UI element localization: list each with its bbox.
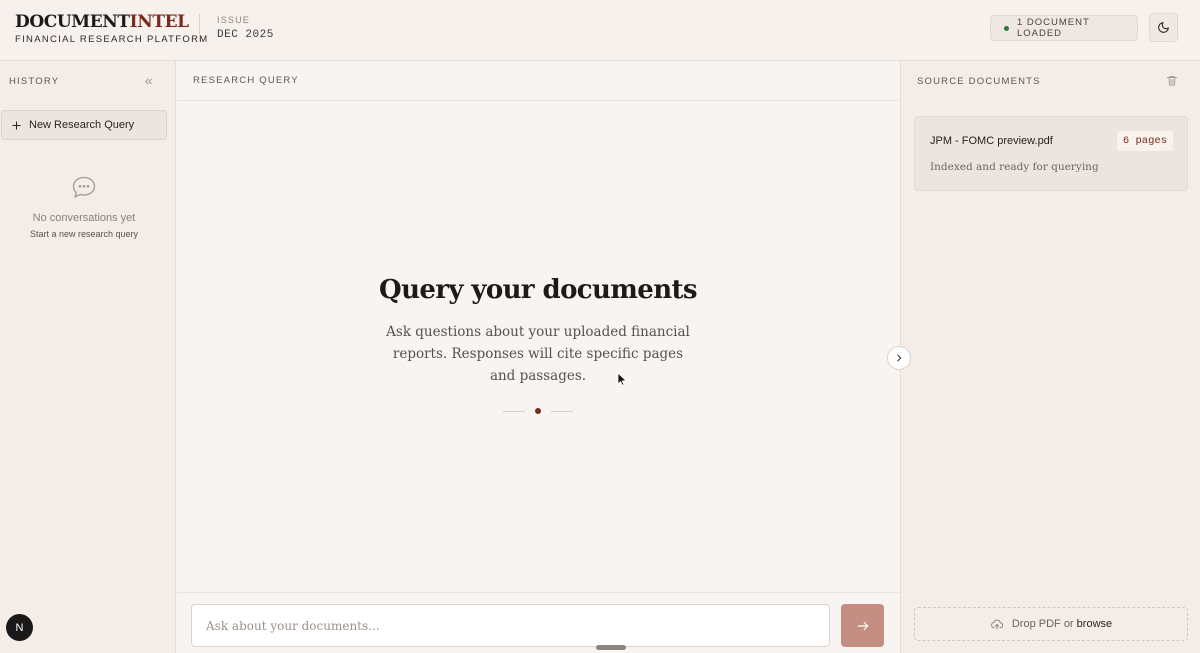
- dropzone-text: Drop PDF or browse: [1012, 618, 1112, 630]
- history-sidebar: HISTORY New Research Query No conversati…: [0, 61, 176, 653]
- query-input-bar: [177, 592, 899, 653]
- page-count-badge: 6 pages: [1116, 131, 1173, 151]
- sidebar-header: HISTORY: [0, 61, 175, 101]
- send-query-button[interactable]: [841, 604, 884, 647]
- collapse-sidebar-button[interactable]: [141, 74, 155, 88]
- toggle-documents-panel-button[interactable]: [887, 346, 911, 370]
- document-card[interactable]: JPM - FOMC preview.pdf 6 pages Indexed a…: [914, 116, 1188, 191]
- pdf-dropzone[interactable]: Drop PDF or browse: [914, 607, 1188, 641]
- avatar-letter: N: [15, 621, 24, 634]
- status-dot: [1004, 25, 1009, 31]
- app-header: DOCUMENTINTEL FINANCIAL RESEARCH PLATFOR…: [0, 0, 1200, 61]
- brand-subtitle: FINANCIAL RESEARCH PLATFORM: [15, 34, 209, 45]
- document-name: JPM - FOMC preview.pdf: [930, 135, 1053, 147]
- hero-title: Query your documents: [379, 275, 698, 305]
- issue-value: DEC 2025: [217, 29, 274, 41]
- documents-header: SOURCE DOCUMENTS: [901, 61, 1200, 101]
- empty-subtitle: Start a new research query: [29, 229, 139, 239]
- brand-title-primary: DOCUMENT: [15, 12, 130, 32]
- browse-link[interactable]: browse: [1077, 618, 1112, 630]
- empty-history-state: No conversations yet Start a new researc…: [0, 175, 168, 239]
- empty-query-hero: Query your documents Ask questions about…: [177, 275, 899, 387]
- query-input[interactable]: [191, 604, 830, 647]
- brand-title-accent: INTEL: [129, 12, 189, 32]
- status-text: 1 DOCUMENT LOADED: [1016, 17, 1090, 39]
- chat-bubble-icon: [72, 176, 96, 198]
- panel-title: RESEARCH QUERY: [193, 75, 299, 86]
- documents-title: SOURCE DOCUMENTS: [917, 75, 1041, 87]
- new-research-query-button[interactable]: New Research Query: [1, 110, 167, 140]
- panel-header: RESEARCH QUERY: [177, 61, 899, 101]
- clear-documents-button[interactable]: [1166, 74, 1178, 88]
- document-status: Indexed and ready for querying: [930, 161, 1099, 173]
- header-divider: [199, 14, 200, 42]
- upload-cloud-icon: [990, 619, 1003, 629]
- chevrons-left-icon: [144, 78, 152, 84]
- empty-title: No conversations yet: [32, 212, 136, 224]
- source-documents-panel: SOURCE DOCUMENTS JPM - FOMC preview.pdf …: [900, 61, 1200, 653]
- sidebar-title: HISTORY: [9, 75, 60, 87]
- mouse-cursor-icon: [617, 372, 627, 386]
- arrow-right-icon: [857, 621, 868, 630]
- drop-label: Drop PDF or: [1011, 618, 1074, 630]
- issue-label: ISSUE: [217, 15, 251, 25]
- ornament-divider: [503, 408, 573, 414]
- moon-icon: [1158, 22, 1169, 33]
- chevron-right-icon: [897, 354, 902, 362]
- divider-line-left: [503, 411, 525, 412]
- hero-description: Ask questions about your uploaded financ…: [386, 324, 690, 384]
- research-query-panel: RESEARCH QUERY Query your documents Ask …: [177, 61, 899, 653]
- plus-icon: [12, 120, 21, 130]
- divider-dot: [535, 408, 541, 414]
- theme-toggle-button[interactable]: [1149, 13, 1178, 42]
- user-avatar[interactable]: N: [6, 614, 33, 641]
- new-query-label: New Research Query: [29, 119, 135, 131]
- trash-icon: [1167, 76, 1177, 86]
- issue-info: ISSUE DEC 2025: [217, 15, 274, 41]
- resize-handle[interactable]: [596, 645, 626, 650]
- divider-line-right: [551, 411, 573, 412]
- document-status-badge: 1 DOCUMENT LOADED: [990, 15, 1138, 41]
- brand-title: DOCUMENTINTEL: [15, 12, 208, 32]
- brand: DOCUMENTINTEL FINANCIAL RESEARCH PLATFOR…: [15, 12, 208, 45]
